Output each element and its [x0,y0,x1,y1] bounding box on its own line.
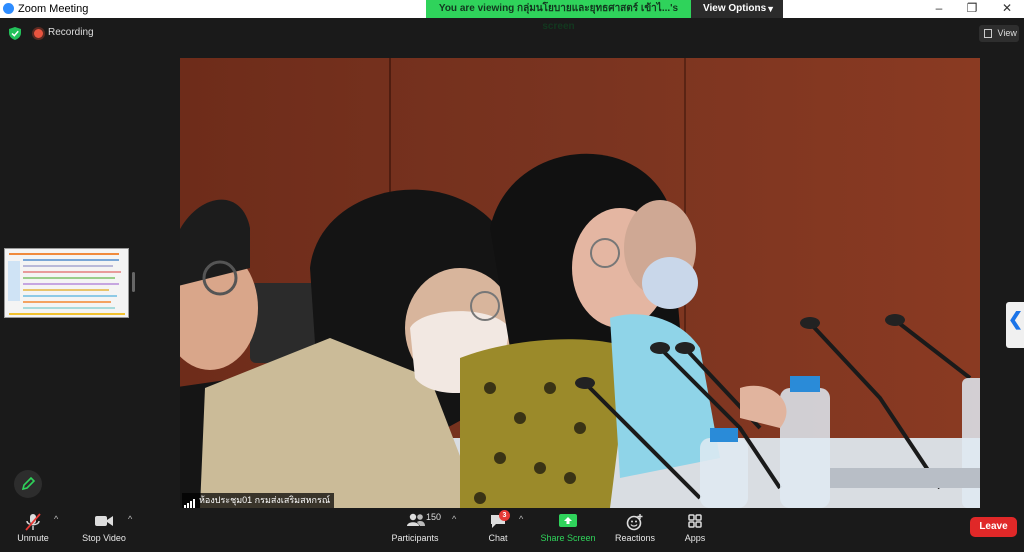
chevron-left-icon: ❮ [1008,309,1024,329]
unmute-button[interactable]: Unmute [10,510,56,552]
video-options-caret[interactable]: ^ [128,514,132,524]
view-options-label: View Options [703,3,767,14]
side-panel-toggle[interactable]: ❮ [1006,302,1024,348]
leave-button[interactable]: Leave [970,517,1017,537]
reactions-label: Reactions [614,533,656,543]
participants-options-caret[interactable]: ^ [452,514,456,524]
meeting-toolbar: Unmute ^ Stop Video ^ 150 Participants ^… [0,510,1024,552]
share-screen-button[interactable]: Share Screen [538,510,598,552]
participants-count: 150 [426,512,442,522]
screen-share-banner: You are viewing กลุ่มนโยบายและยุทธศาสตร์… [426,0,691,32]
unmute-label: Unmute [17,533,49,543]
stop-video-button[interactable]: Stop Video [76,510,132,552]
participants-icon [406,513,426,529]
minimize-button[interactable]: – [924,1,954,15]
recording-icon [34,29,43,38]
zoom-logo-icon [3,3,14,14]
signal-strength-icon [184,493,196,509]
apps-button[interactable]: Apps [676,510,714,552]
window-title: Zoom Meeting [18,3,89,15]
share-screen-icon [559,514,577,527]
apps-icon [688,514,702,528]
close-button[interactable]: ✕ [992,1,1022,15]
meeting-topbar: Recording View [0,18,1024,48]
chat-options-caret[interactable]: ^ [519,514,523,524]
pencil-icon [21,476,36,491]
thumbnail-resize-handle[interactable] [132,272,135,292]
main-video [180,58,980,508]
reactions-button[interactable]: Reactions [610,510,660,552]
meeting-video-frame [180,58,980,508]
view-button-label: View [997,28,1017,38]
participant-name: ห้องประชุม01 กรมส่งเสริมสหกรณ์ [199,495,331,505]
chat-icon: 3 [489,510,510,531]
participants-button[interactable]: 150 Participants [388,510,442,552]
chat-label: Chat [488,533,508,543]
participants-label: Participants [391,533,439,543]
chat-unread-badge: 3 [499,510,510,521]
muted-microphone-icon [25,513,41,531]
restore-button[interactable]: ❐ [957,1,987,15]
chat-button[interactable]: 3 Chat [480,510,516,552]
view-layout-icon [984,29,992,39]
video-camera-icon [95,516,113,526]
stop-video-label: Stop Video [82,533,126,543]
shared-screen-thumbnail[interactable] [4,248,129,318]
view-button[interactable]: View [979,25,1019,42]
annotate-button[interactable] [14,470,42,498]
shield-icon[interactable] [9,27,21,40]
recording-label[interactable]: Recording [48,27,94,38]
audio-options-caret[interactable]: ^ [54,514,58,524]
chevron-down-icon: ▼ [766,4,775,14]
share-screen-label: Share Screen [540,533,596,543]
smiley-icon [626,514,643,531]
participant-name-label: ห้องประชุม01 กรมส่งเสริมสหกรณ์ [182,493,335,509]
apps-label: Apps [684,533,706,543]
view-options-button[interactable]: View Options ▼ [691,0,783,18]
